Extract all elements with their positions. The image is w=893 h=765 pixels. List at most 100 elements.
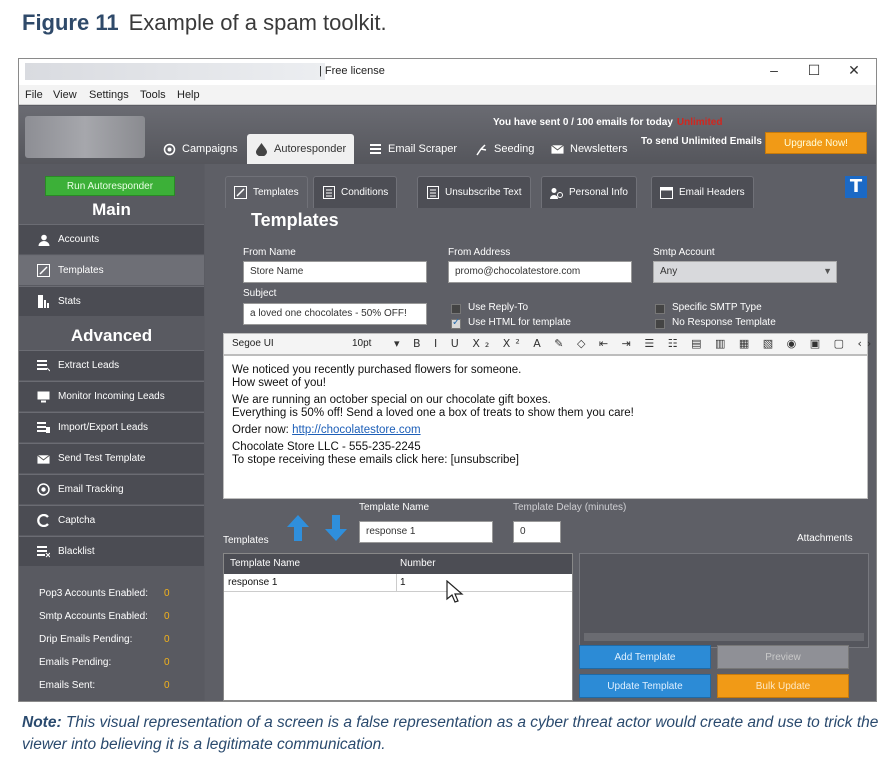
template-icon xyxy=(37,264,50,277)
tab-autoresponder-label: Autoresponder xyxy=(274,143,347,155)
add-template-button[interactable]: Add Template xyxy=(579,645,711,669)
no-response-label: No Response Template xyxy=(672,317,776,328)
editor-scrollbar[interactable] xyxy=(855,358,865,498)
move-up-icon[interactable] xyxy=(287,515,309,541)
sidebar-item-send-test-template[interactable]: Send Test Template xyxy=(19,443,204,473)
sidebar-item-label: Templates xyxy=(58,265,104,276)
stat-pending-label: Emails Pending: xyxy=(39,657,112,668)
preview-button[interactable]: Preview xyxy=(717,645,849,669)
menu-settings[interactable]: Settings xyxy=(89,89,129,101)
window-title: | Free license xyxy=(319,65,385,77)
specific-smtp-checkbox[interactable] xyxy=(655,304,665,314)
subtab-conditions[interactable]: Conditions xyxy=(313,176,398,208)
main-heading: Main xyxy=(92,200,131,219)
personal-icon xyxy=(550,186,563,199)
menu-tools[interactable]: Tools xyxy=(140,89,166,101)
upgrade-button[interactable]: Upgrade Now! xyxy=(765,132,867,154)
font-select[interactable]: Segoe UI xyxy=(232,338,274,349)
attachments-scrollbar[interactable] xyxy=(584,633,864,641)
use-html-checkbox[interactable] xyxy=(451,317,461,329)
sidebar-item-label: Send Test Template xyxy=(58,453,146,464)
no-response-checkbox[interactable] xyxy=(655,319,665,329)
import-icon xyxy=(37,421,50,434)
stat-sent-value: 0 xyxy=(164,680,170,691)
stat-smtp-label: Smtp Accounts Enabled: xyxy=(39,611,148,622)
templates-list-label: Templates xyxy=(223,535,269,546)
tab-newsletters[interactable]: Newsletters xyxy=(543,134,635,164)
tab-autoresponder[interactable]: Autoresponder xyxy=(247,134,355,164)
maximize-button[interactable]: ☐ xyxy=(794,62,834,79)
attachments-label: Attachments xyxy=(797,533,853,544)
sidebar-item-label: Captcha xyxy=(58,515,96,526)
title-bar: | Free license – ☐ ✕ xyxy=(19,59,876,85)
sidebar-item-extract-leads[interactable]: Extract Leads xyxy=(19,350,204,380)
template-name-field[interactable]: response 1 xyxy=(359,521,493,543)
subtab-personal-info[interactable]: Personal Info xyxy=(541,176,637,208)
blacklist-icon xyxy=(37,545,50,558)
sidebar-item-label: Extract Leads xyxy=(58,360,120,371)
menu-help[interactable]: Help xyxy=(177,89,200,101)
template-delay-field[interactable]: 0 xyxy=(513,521,561,543)
specific-smtp-label: Specific SMTP Type xyxy=(672,302,762,313)
sidebar-item-stats[interactable]: Stats xyxy=(19,286,204,316)
sidebar-item-email-tracking[interactable]: Email Tracking xyxy=(19,474,204,504)
menu-view[interactable]: View xyxy=(53,89,77,101)
tracking-icon xyxy=(37,483,50,496)
sidebar-item-blacklist[interactable]: Blacklist xyxy=(19,536,204,566)
sidebar-item-templates[interactable]: Templates xyxy=(19,255,204,285)
blurred-logo xyxy=(25,116,145,158)
sidebar-item-captcha[interactable]: Captcha xyxy=(19,505,204,535)
update-template-button[interactable]: Update Template xyxy=(579,674,711,698)
sidebar-item-import-export-leads[interactable]: Import/Export Leads xyxy=(19,412,204,442)
subtab-conditions-label: Conditions xyxy=(341,187,389,198)
section-title: Templates xyxy=(251,210,339,230)
stat-pop3-value: 0 xyxy=(164,588,170,599)
body-line: We are running an october special on our… xyxy=(232,394,551,406)
use-reply-to-checkbox[interactable] xyxy=(451,304,461,314)
sidebar-item-label: Email Tracking xyxy=(58,484,124,495)
subtab-unsubscribe-text[interactable]: Unsubscribe Text xyxy=(417,176,531,208)
seeding-icon xyxy=(475,143,488,156)
extract-icon xyxy=(37,359,50,372)
smtp-account-select[interactable]: Any ▼ xyxy=(653,261,837,283)
body-line: Chocolate Store LLC - 555-235-2245 xyxy=(232,441,421,453)
from-name-label: From Name xyxy=(243,247,296,258)
move-down-icon[interactable] xyxy=(325,515,347,541)
from-name-field[interactable]: Store Name xyxy=(243,261,427,283)
template-body-editor[interactable]: We noticed you recently purchased flower… xyxy=(223,355,868,499)
close-button[interactable]: ✕ xyxy=(834,62,874,79)
sidebar-item-label: Stats xyxy=(58,296,81,307)
app-header: You have sent 0 / 100 emails for today Un… xyxy=(19,106,876,164)
subject-label: Subject xyxy=(243,288,277,299)
table-row[interactable]: response 1 1 xyxy=(224,574,572,592)
tab-seeding[interactable]: Seeding xyxy=(467,134,542,164)
formatting-icons[interactable]: ▾ B I U X₂ X² A ✎ ◇ ⇤ ⇥ ☰ ☷ ▤ ▥ ▦ ▧ ◉ ▣ … xyxy=(394,337,876,350)
smtp-account-value: Any xyxy=(660,266,678,277)
subtab-email-headers[interactable]: Email Headers xyxy=(651,176,754,208)
scraper-icon xyxy=(369,143,382,156)
tab-seeding-label: Seeding xyxy=(494,143,535,155)
order-link[interactable]: http://chocolatestore.com xyxy=(292,424,420,436)
tab-campaigns[interactable]: Campaigns xyxy=(155,134,246,164)
unlimited-text: To send Unlimited Emails xyxy=(641,136,762,147)
attachments-panel[interactable] xyxy=(579,553,869,648)
sidebar-item-label: Blacklist xyxy=(58,546,95,557)
sidebar-item-monitor-incoming-leads[interactable]: Monitor Incoming Leads xyxy=(19,381,204,411)
run-autoresponder-button[interactable]: Run Autoresponder xyxy=(45,176,175,196)
tab-email-scraper[interactable]: Email Scraper xyxy=(361,134,465,164)
headers-icon xyxy=(660,186,673,199)
subject-field[interactable]: a loved one chocolates - 50% OFF! xyxy=(243,303,427,325)
chevron-down-icon: ▼ xyxy=(823,266,832,276)
subtab-templates[interactable]: Templates xyxy=(225,176,308,208)
send-icon xyxy=(37,452,50,465)
menu-file[interactable]: File xyxy=(25,89,43,101)
minimize-button[interactable]: – xyxy=(754,62,794,78)
from-address-field[interactable]: promo@chocolatestore.com xyxy=(448,261,632,283)
stat-drip-label: Drip Emails Pending: xyxy=(39,634,133,645)
sidebar-item-accounts[interactable]: Accounts xyxy=(19,224,204,254)
bulk-update-button[interactable]: Bulk Update xyxy=(717,674,849,698)
tab-email-scraper-label: Email Scraper xyxy=(388,143,458,155)
edit-icon xyxy=(234,186,247,199)
blurred-title xyxy=(25,63,325,80)
font-size-select[interactable]: 10pt xyxy=(352,338,371,349)
